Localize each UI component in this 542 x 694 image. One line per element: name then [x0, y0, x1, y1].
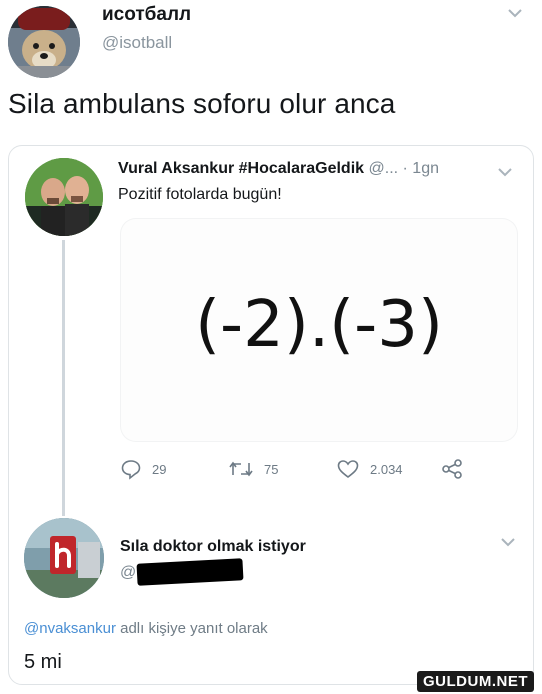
- timestamp[interactable]: · 1gn: [403, 160, 439, 177]
- share-button[interactable]: [440, 456, 474, 482]
- chevron-down-icon[interactable]: [497, 166, 513, 178]
- like-icon: [337, 460, 359, 479]
- display-name[interactable]: исотбалл: [102, 4, 191, 26]
- quoted-tweet-header: Vural Aksankur #HocalaraGeldik @... · 1g…: [118, 160, 439, 178]
- tweet-image[interactable]: (-2).(-3): [120, 218, 518, 442]
- image-expression-text: (-2).(-3): [195, 288, 443, 362]
- watermark: GULDUM.NET: [417, 671, 534, 692]
- chevron-down-icon[interactable]: [506, 6, 524, 20]
- tweet-text: 5 mi: [24, 651, 62, 673]
- thread-connector-line: [62, 240, 65, 516]
- like-count: 2.034: [370, 461, 403, 477]
- chevron-down-icon[interactable]: [500, 536, 516, 548]
- tweet-text: Sila ambulans soforu olur anca: [8, 88, 396, 119]
- user-handle[interactable]: @: [120, 564, 136, 582]
- like-button[interactable]: 2.034: [336, 456, 403, 482]
- avatar[interactable]: [25, 158, 103, 236]
- display-name[interactable]: Vural Aksankur #HocalaraGeldik: [118, 160, 364, 177]
- user-handle[interactable]: @isotball: [102, 33, 172, 53]
- tweet-screenshot: исотбалл @isotball Sila ambulans soforu …: [0, 0, 542, 694]
- reply-context-text: adlı kişiye yanıt olarak: [115, 620, 268, 637]
- display-name[interactable]: Sıla doktor olmak istiyor: [120, 538, 306, 556]
- avatar-two-men-image: [25, 158, 103, 236]
- reply-button[interactable]: 29: [120, 456, 166, 482]
- avatar-university-logo-image: [24, 518, 104, 598]
- user-handle[interactable]: @...: [369, 160, 399, 177]
- reply-count: 29: [152, 461, 167, 477]
- reply-context: @nvaksankur adlı kişiye yanıt olarak: [24, 620, 268, 637]
- reply-mention-link[interactable]: @nvaksankur: [24, 620, 116, 637]
- reply-icon: [121, 460, 141, 480]
- tweet-actions: 29 75 2.034: [118, 456, 478, 482]
- avatar-dog-image: [8, 6, 80, 78]
- share-icon: [442, 459, 462, 479]
- retweet-button[interactable]: 75: [228, 456, 278, 482]
- retweet-count: 75: [264, 461, 279, 477]
- tweet-text: Pozitif fotolarda bugün!: [118, 186, 282, 203]
- avatar[interactable]: [8, 6, 80, 78]
- avatar[interactable]: [24, 518, 104, 598]
- retweet-icon: [229, 461, 253, 477]
